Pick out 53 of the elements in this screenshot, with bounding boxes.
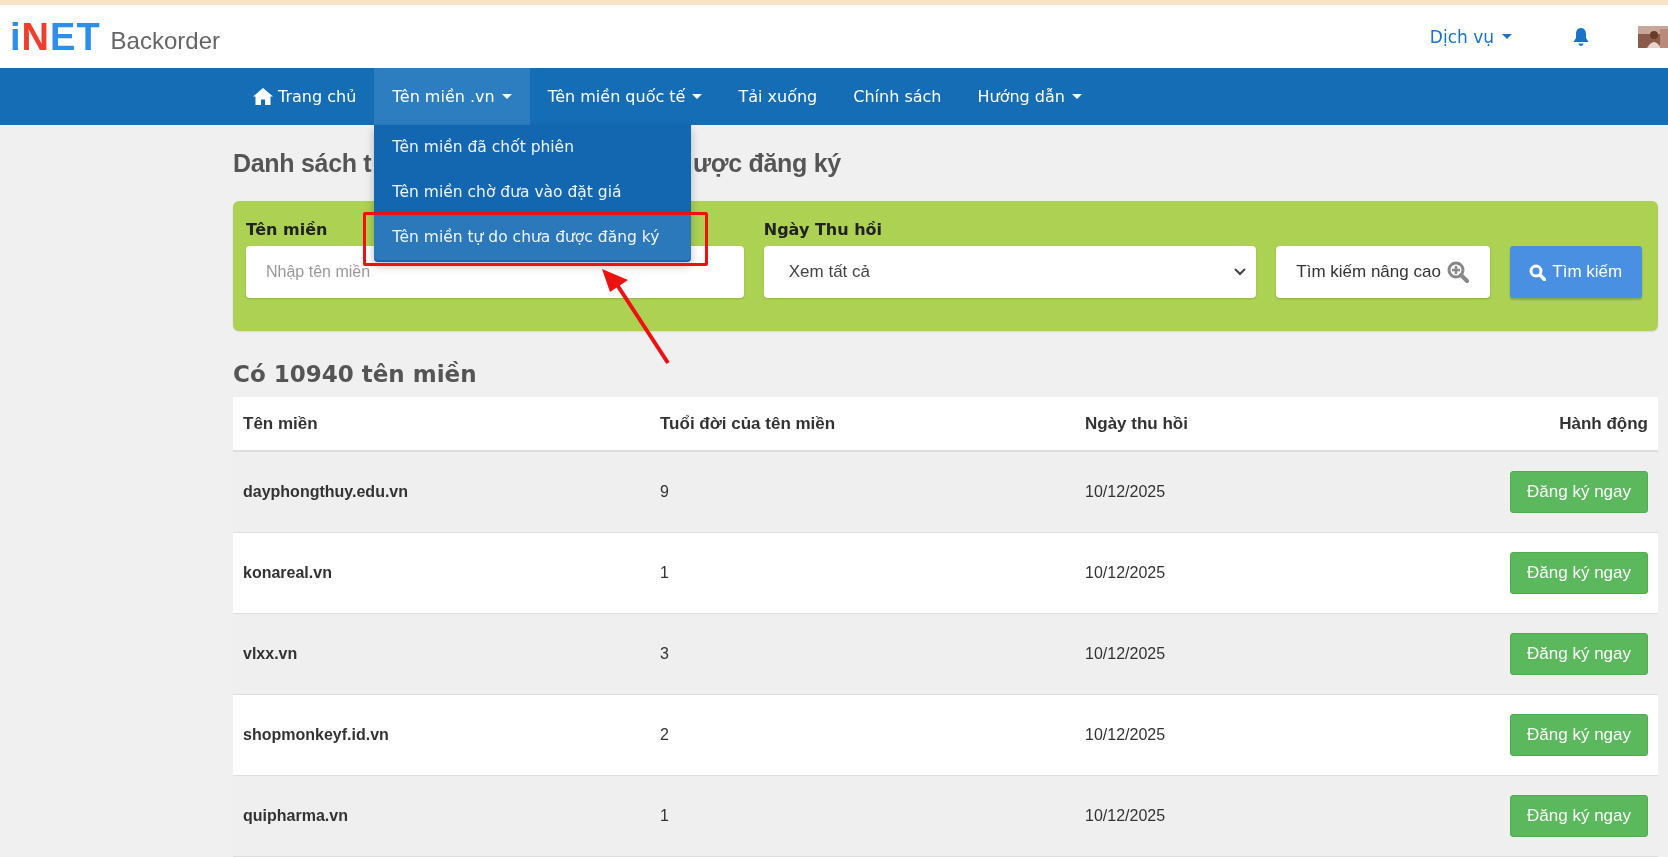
product-name: Backorder <box>110 25 220 55</box>
table-cell-text: 10/12/2025 <box>1084 807 1167 825</box>
dropdown-item[interactable]: Tên miền tự do chưa được đăng ký <box>374 215 692 260</box>
table-cell-text: 10/12/2025 <box>1084 645 1167 663</box>
caret-icon <box>1071 94 1082 99</box>
table-cell-text: vlxx.vn <box>242 645 299 663</box>
nav-item[interactable]: Tên miền quốc tế <box>529 68 721 125</box>
caret-icon <box>501 94 512 99</box>
page-title: ược đăng ký <box>693 148 841 178</box>
table-cell-text: dayphongthuy.edu.vn <box>242 483 410 501</box>
column-header: Tuổi đời của tên miền <box>659 413 837 434</box>
table-cell-text: 3 <box>659 645 670 663</box>
table-cell-text: konareal.vn <box>242 564 333 582</box>
table-cell-text: 10/12/2025 <box>1084 726 1167 744</box>
table-cell-text: 1 <box>659 807 670 825</box>
register-button[interactable]: Đăng ký ngay <box>1510 795 1648 837</box>
date-select[interactable]: Xem tất cả <box>763 246 1256 298</box>
field-label: Tên miền <box>246 220 328 239</box>
logo[interactable]: iNET <box>10 17 101 56</box>
nav-item[interactable]: Tải xuống <box>720 68 836 125</box>
dropdown-item[interactable]: Tên miền chờ đưa vào đặt giá <box>374 170 692 215</box>
zoom-in-icon <box>1446 261 1469 283</box>
register-button[interactable]: Đăng ký ngay <box>1510 471 1648 513</box>
caret-icon <box>1502 34 1512 39</box>
chevron-down-icon <box>1233 268 1246 276</box>
services-menu[interactable]: Dịch vụ <box>1429 26 1512 47</box>
table-cell-text: quipharma.vn <box>242 807 349 825</box>
caret-icon <box>692 94 703 99</box>
bell-icon <box>1572 26 1590 47</box>
table-cell-text: shopmonkeyf.id.vn <box>242 726 390 744</box>
register-button[interactable]: Đăng ký ngay <box>1510 633 1648 675</box>
nav-item[interactable]: Tên miền .vn <box>374 68 530 125</box>
table-cell-text: 9 <box>659 483 670 501</box>
result-count: Có 10940 tên miền <box>233 360 478 389</box>
column-header: Tên miền <box>242 413 319 434</box>
table-cell-text: 2 <box>659 726 670 744</box>
search-button[interactable]: Tìm kiếm <box>1509 246 1642 298</box>
dropdown-item[interactable]: Tên miền đã chốt phiên <box>374 125 692 170</box>
advanced-search-button[interactable]: Tìm kiếm nâng cao <box>1275 246 1490 298</box>
page-title: Danh sách t <box>233 148 372 178</box>
register-button[interactable]: Đăng ký ngay <box>1510 714 1648 756</box>
table-cell-text: 1 <box>659 564 670 582</box>
column-header: Hành động <box>1558 413 1649 434</box>
column-header: Ngày thu hồi <box>1084 413 1189 434</box>
search-icon <box>1529 263 1547 281</box>
field-label: Ngày Thu hồi <box>763 220 883 239</box>
table-cell-text: 10/12/2025 <box>1084 483 1167 501</box>
nav-item[interactable]: Hướng dẫn <box>959 68 1100 125</box>
nav-item[interactable]: Chính sách <box>835 68 960 125</box>
home-icon <box>253 88 273 105</box>
register-button[interactable]: Đăng ký ngay <box>1510 552 1648 594</box>
table-cell-text: 10/12/2025 <box>1084 564 1167 582</box>
nav-item[interactable]: Trang chủ <box>235 68 375 125</box>
